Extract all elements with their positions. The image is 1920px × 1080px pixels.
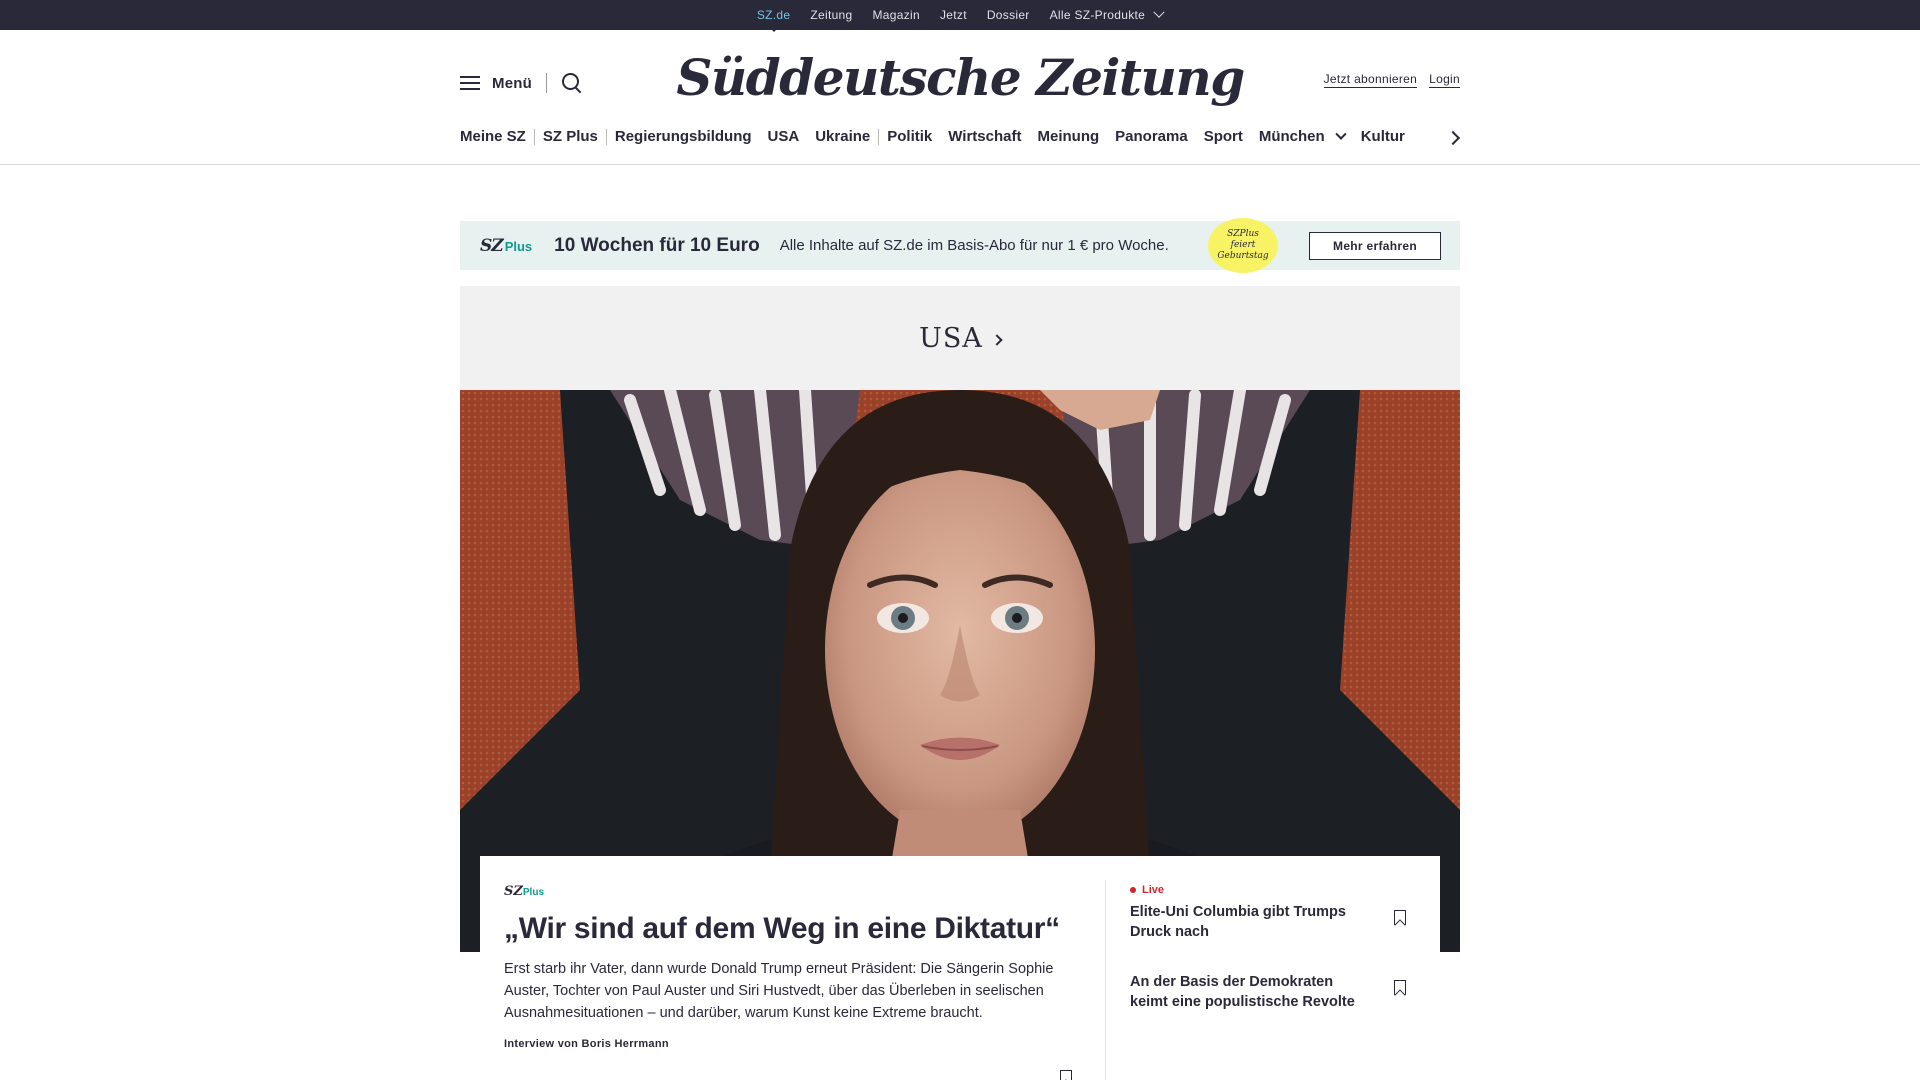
birthday-badge: SZPlus feiert Geburtstag (1208, 218, 1278, 273)
sz-plus-label: SZPlus (504, 884, 1064, 899)
badge-line-2: feiert (1230, 240, 1256, 250)
side-article-title[interactable]: An der Basis der Demokraten keimt eine p… (1130, 972, 1370, 1012)
sz-plus-logo: SZ Plus (480, 236, 532, 256)
lead-teaser: Erst starb ihr Vater, dann wurde Donald … (504, 961, 1054, 1021)
card-divider (1105, 880, 1106, 1080)
side-article-2[interactable]: An der Basis der Demokraten keimt eine p… (1130, 966, 1420, 1012)
mehr-erfahren-button[interactable]: Mehr erfahren (1309, 232, 1441, 260)
topbar-products-dropdown[interactable]: Alle SZ-Produkte (1040, 6, 1174, 22)
main-navigation: Meine SZ SZ Plus Regierungsbildung USA U… (460, 128, 1460, 145)
live-label: Live (1130, 884, 1420, 896)
topbar-link-dossier[interactable]: Dossier (977, 8, 1040, 22)
side-article-1[interactable]: Live Elite-Uni Columbia gibt Trumps Druc… (1130, 884, 1420, 942)
bookmark-icon[interactable] (1394, 910, 1406, 925)
nav-item-usa[interactable]: USA (760, 128, 808, 145)
login-link[interactable]: Login (1429, 72, 1460, 88)
lead-article-card[interactable]: SZPlus „Wir sind auf dem Weg in eine Dik… (480, 856, 1440, 1080)
account-links: Jetzt abonnieren Login (1323, 72, 1460, 88)
side-article-title[interactable]: Elite-Uni Columbia gibt Trumps Druck nac… (1130, 902, 1370, 942)
topbar-link-jetzt[interactable]: Jetzt (930, 8, 977, 22)
nav-item-panorama[interactable]: Panorama (1107, 128, 1196, 145)
sz-plus-logo-plus: Plus (504, 238, 533, 254)
promo-title: 10 Wochen für 10 Euro (554, 234, 760, 256)
sz-plus-label-sz: SZ (504, 884, 523, 899)
nav-item-regierungsbildung[interactable]: Regierungsbildung (607, 128, 760, 145)
nav-item-politik[interactable]: Politik (879, 128, 940, 145)
section-header-usa[interactable]: USA (460, 286, 1460, 390)
nav-item-sport[interactable]: Sport (1196, 128, 1251, 145)
sz-plus-logo-sz: SZ (480, 235, 504, 256)
badge-line-3: Geburtstag (1217, 251, 1269, 261)
bookmark-icon[interactable] (1394, 980, 1406, 995)
nav-item-meine-sz[interactable]: Meine SZ (460, 128, 534, 145)
topbar-link-magazin[interactable]: Magazin (863, 8, 930, 22)
topbar-link-zeitung[interactable]: Zeitung (800, 8, 862, 22)
topbar-products-label: Alle SZ-Produkte (1049, 8, 1146, 22)
lead-headline[interactable]: „Wir sind auf dem Weg in eine Diktatur“ (504, 909, 1064, 948)
promo-banner[interactable]: SZ Plus 10 Wochen für 10 Euro Alle Inhalt… (460, 218, 1460, 273)
lead-article[interactable]: SZPlus „Wir sind auf dem Weg in eine Dik… (504, 884, 1064, 1050)
lead-byline: Interview von Boris Herrmann (504, 1038, 669, 1050)
top-bar: SZ.de Zeitung Magazin Jetzt Dossier Alle… (0, 0, 1920, 30)
subscribe-link[interactable]: Jetzt abonnieren (1323, 72, 1418, 88)
chevron-down-icon (1153, 6, 1165, 18)
promo-text: Alle Inhalte auf SZ.de im Basis-Abo für … (779, 237, 1169, 254)
topbar-link-szde[interactable]: SZ.de (747, 8, 801, 22)
nav-item-sz-plus[interactable]: SZ Plus (535, 128, 606, 145)
nav-scroll-right-icon[interactable] (1446, 130, 1460, 144)
badge-line-1: SZPlus (1227, 229, 1259, 239)
sz-plus-label-plus: Plus (522, 887, 545, 898)
nav-item-wirtschaft[interactable]: Wirtschaft (940, 128, 1029, 145)
lead-bookmark-icon[interactable] (1060, 1070, 1072, 1080)
nav-item-muenchen[interactable]: München (1251, 128, 1353, 145)
site-header: Menü Süddeutsche Zeitung Jetzt abonniere… (0, 30, 1920, 165)
nav-item-meinung[interactable]: Meinung (1029, 128, 1107, 145)
site-logo[interactable]: Süddeutsche Zeitung (0, 48, 1920, 107)
section-title: USA (919, 322, 983, 354)
nav-item-kultur[interactable]: Kultur (1353, 128, 1413, 145)
nav-item-muenchen-label: München (1258, 128, 1325, 145)
chevron-right-icon (991, 334, 1003, 346)
chevron-down-icon (1335, 128, 1347, 140)
nav-item-ukraine[interactable]: Ukraine (807, 128, 878, 145)
